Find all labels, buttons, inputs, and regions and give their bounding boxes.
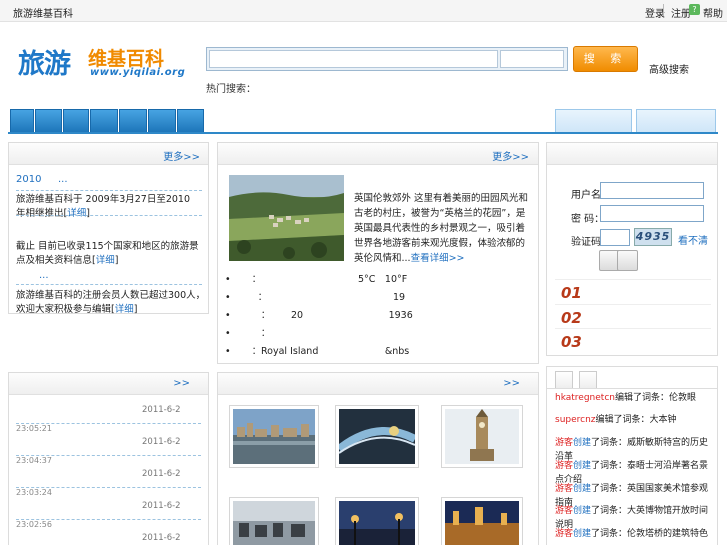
nav-tab-right-2[interactable] <box>636 109 716 132</box>
member-activity-panel: hkatregnetcn编辑了词条：伦敦眼 supercnz编辑了词条：大本钟 … <box>546 366 718 545</box>
update-row[interactable]: 2011-6-2 23:05:21 <box>9 395 208 433</box>
divider <box>555 279 711 280</box>
divider <box>16 190 202 191</box>
activity-tab-1[interactable] <box>555 371 573 389</box>
nav-tab-7[interactable] <box>177 109 204 133</box>
gallery-panel-header: >> <box>218 373 538 395</box>
search-button[interactable]: 搜 索 <box>573 46 638 72</box>
nav-underline <box>8 132 718 134</box>
news-detail-link[interactable]: 详细 <box>67 208 86 219</box>
update-row[interactable]: 2011-6-2 23:04:37 <box>9 427 208 465</box>
fact-row: • ： 19 <box>225 292 406 303</box>
gallery-thumbnail[interactable] <box>335 497 419 545</box>
news-panel: 更多>> 2010 ... 旅游维基百科于 2009年3月27日至2010年相继… <box>8 142 209 315</box>
advanced-search-link[interactable]: 高级搜索 <box>649 61 689 76</box>
news-item: 旅游维基百科于 2009年3月27日至2010年相继推出[详细] <box>16 194 191 219</box>
help-icon[interactable]: ? <box>689 4 700 15</box>
help-link[interactable]: 帮助 <box>703 5 723 20</box>
activity-user-link[interactable]: 游客 <box>555 529 573 539</box>
activity-item: supercnz编辑了词条：大本钟 <box>555 415 677 425</box>
captcha-image: 4935 <box>634 228 672 246</box>
news-detail-link[interactable]: 详细 <box>96 255 115 266</box>
updates-more-link[interactable]: >> <box>173 378 190 389</box>
login-panel: 用户名： 密 码： 验证码： 4935 看不清 01 02 03 <box>546 142 718 356</box>
news-item: 截止 目前已收录115个国家和地区的旅游景点及相关资料信息[详细] <box>16 241 199 266</box>
divider <box>16 284 202 285</box>
login-panel-header <box>547 143 717 165</box>
gallery-thumbnail[interactable] <box>229 405 319 468</box>
login-link[interactable]: 登录 <box>645 5 665 20</box>
activity-user-link[interactable]: 游客 <box>555 506 573 516</box>
activity-user-link[interactable]: supercnz <box>555 415 596 425</box>
activity-user-link[interactable]: hkatregnetcn <box>555 393 615 403</box>
activity-user-link[interactable]: 游客 <box>555 461 573 471</box>
update-row[interactable]: 2011-6-2 23:03:24 <box>9 459 208 497</box>
featured-destination-panel: 更多>> 英国伦敦郊外 这里有着美丽的田园风光和古老的村庄，被誉为“英格兰的花园… <box>217 142 539 364</box>
top-bar: 旅游维基百科 登录 注册 ? 帮助 <box>0 0 727 22</box>
news-headline-dots: ... <box>58 174 68 185</box>
gallery-thumbnail[interactable] <box>335 405 419 468</box>
facts-list: • ： 5°C 10°F • ： 19 • ： 20 1936 • ： • ： Roya… <box>225 273 530 363</box>
gallery-more-link[interactable]: >> <box>503 378 520 389</box>
divider <box>555 304 711 305</box>
photo-gallery-panel: >> <box>217 372 539 545</box>
username-input[interactable] <box>600 182 704 199</box>
site-name-text: 旅游维基百科 <box>13 9 73 20</box>
fact-row: • ： 5°C 10°F <box>225 274 408 285</box>
activity-item: 游客创建了词条：伦敦塔桥的建筑特色 <box>555 529 709 539</box>
update-row[interactable]: 2011-6-2 23:02:56 <box>9 491 208 529</box>
fact-row: • ： Royal Island &nbs <box>225 346 410 357</box>
nav-tab-2[interactable] <box>35 109 62 133</box>
nav-tab-1[interactable] <box>10 109 34 133</box>
hot-search-label: 热门搜索： <box>206 84 256 95</box>
nav-tab-5[interactable] <box>119 109 147 133</box>
nav-tab-3[interactable] <box>63 109 89 133</box>
captcha-refresh-link[interactable]: 看不清 <box>678 232 708 247</box>
logo-text-primary: 旅游 <box>18 49 71 80</box>
activity-item: hkatregnetcn编辑了词条：伦敦眼 <box>555 393 696 403</box>
search-input[interactable] <box>209 50 498 68</box>
news-panel-header: 更多>> <box>9 143 208 165</box>
register-link[interactable]: 注册 <box>671 5 691 20</box>
search-box <box>206 47 568 71</box>
updates-panel-header: >> <box>9 373 208 395</box>
news-more-link[interactable]: 更多>> <box>163 148 200 163</box>
fact-row: • ： <box>225 328 271 339</box>
logo-url: www.yiqilai.org <box>90 67 186 78</box>
captcha-input[interactable] <box>600 229 630 246</box>
news-subheading[interactable]: ... <box>39 270 49 281</box>
password-input[interactable] <box>600 205 704 222</box>
search-category-select[interactable] <box>500 50 564 68</box>
featured-description: 英国伦敦郊外 这里有着美丽的田园风光和古老的村庄，被誉为“英格兰的花园”，是英国… <box>354 193 529 264</box>
nav-tab-right-1[interactable] <box>555 109 632 132</box>
nav-tab-6[interactable] <box>148 109 176 133</box>
update-row[interactable]: 2011-6-2 <box>9 523 208 543</box>
gallery-thumbnail[interactable] <box>229 497 319 545</box>
divider <box>547 388 717 389</box>
divider <box>663 4 664 16</box>
news-detail-link[interactable]: 详细 <box>115 304 134 315</box>
news-headline-year[interactable]: 2010 <box>16 174 41 185</box>
feature-panel-header: 更多>> <box>218 143 538 165</box>
gallery-thumbnail[interactable] <box>441 497 523 545</box>
featured-detail-link[interactable]: 查看详细>> <box>411 253 465 264</box>
rank-number: 03 <box>561 333 582 351</box>
rank-number: 01 <box>561 284 582 302</box>
fact-row: • ： 20 1936 <box>225 310 413 321</box>
feature-more-link[interactable]: 更多>> <box>492 148 529 163</box>
activity-tab-2[interactable] <box>579 371 597 389</box>
divider <box>555 328 711 329</box>
recent-updates-panel: >> 2011-6-2 23:05:21 2011-6-2 23:04:37 2… <box>8 372 209 545</box>
updates-list: 2011-6-2 23:05:21 2011-6-2 23:04:37 2011… <box>9 395 208 543</box>
divider <box>16 215 202 216</box>
site-logo[interactable]: 旅游 维基百科 www.yiqilai.org <box>18 38 193 84</box>
nav-tab-4[interactable] <box>90 109 118 133</box>
featured-image[interactable] <box>229 175 344 261</box>
register-button[interactable] <box>617 250 638 271</box>
rank-number: 02 <box>561 309 582 327</box>
gallery-thumbnail[interactable] <box>441 405 523 468</box>
activity-user-link[interactable]: 游客 <box>555 438 573 448</box>
news-item: 旅游维基百科的注册会员人数已超过300人，欢迎大家积极参与编辑[详细] <box>16 290 206 315</box>
activity-user-link[interactable]: 游客 <box>555 484 573 494</box>
